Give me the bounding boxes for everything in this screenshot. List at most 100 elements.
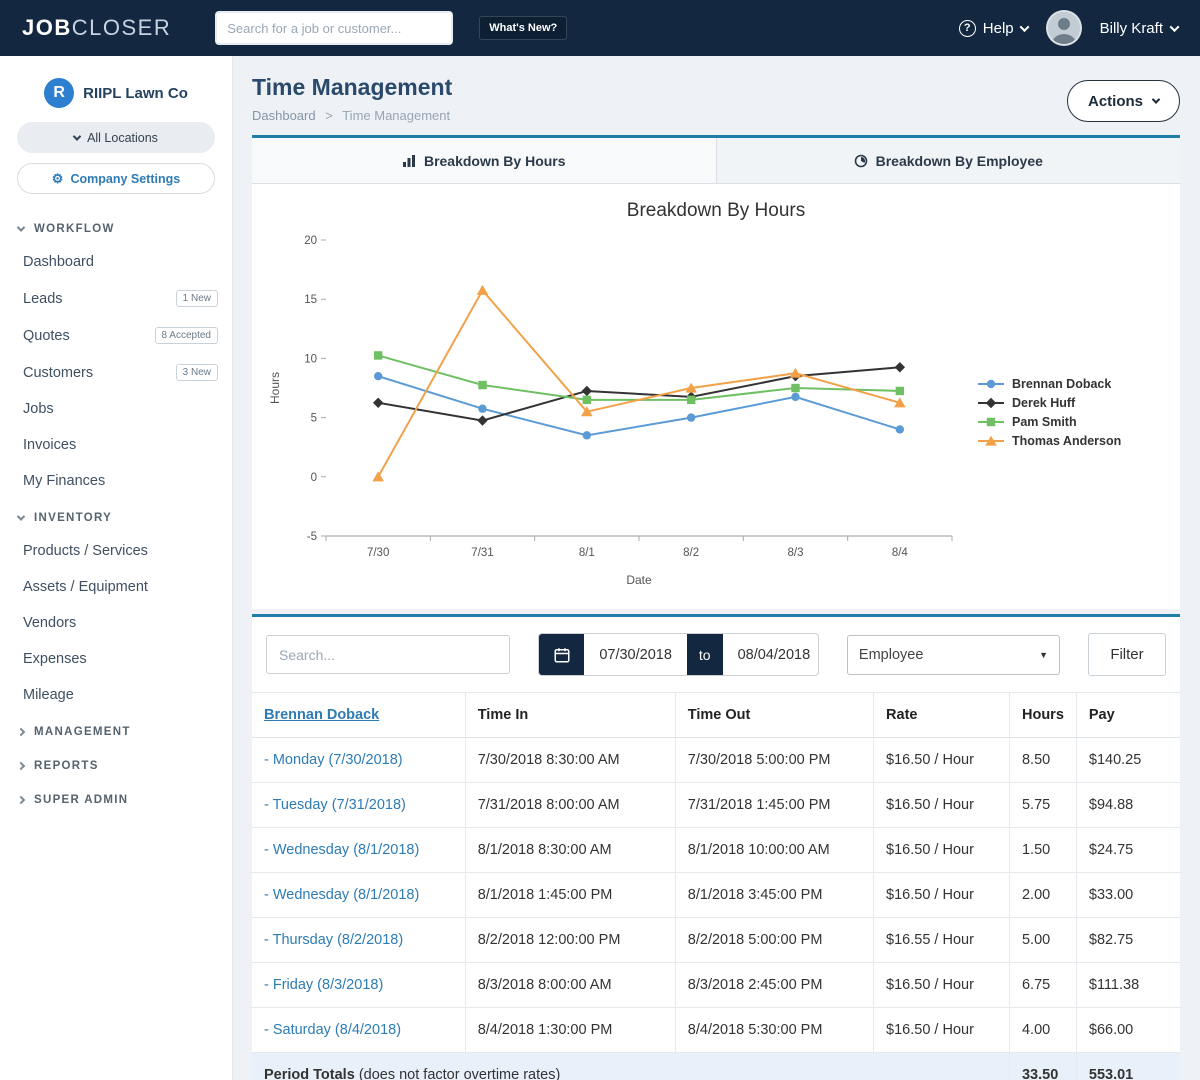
avatar[interactable]: [1046, 10, 1082, 46]
table-row: - Monday (7/30/2018) 7/30/2018 8:30:00 AM…: [252, 738, 1180, 783]
select-caret-icon: ▼: [1039, 650, 1048, 660]
whats-new-button[interactable]: What's New?: [479, 16, 567, 40]
chart-svg: -5051015207/307/318/18/28/38/4HoursDate: [266, 226, 966, 594]
actions-button[interactable]: Actions: [1067, 80, 1180, 122]
section-header-super-admin[interactable]: SUPER ADMIN: [0, 781, 232, 815]
hours-cell: 1.50: [1009, 828, 1076, 873]
filter-button[interactable]: Filter: [1088, 633, 1166, 676]
global-search-input[interactable]: [215, 11, 453, 45]
page-title: Time Management: [252, 74, 452, 101]
select-value: Employee: [859, 647, 923, 663]
col-header-pay: Pay: [1076, 693, 1180, 738]
chevron-down-icon: [17, 223, 25, 231]
sidebar-item-invoices[interactable]: Invoices: [0, 427, 232, 463]
sidebar-item-leads[interactable]: Leads1 New: [0, 280, 232, 317]
legend-item-derek-huff[interactable]: Derek Huff: [976, 396, 1121, 410]
legend-marker-circle-icon: [976, 377, 1006, 391]
day-cell: - Tuesday (7/31/2018): [252, 783, 465, 828]
day-link[interactable]: - Wednesday (8/1/2018): [264, 887, 419, 903]
day-link[interactable]: - Monday (7/30/2018): [264, 752, 403, 768]
sidebar-item-label: Customers: [23, 365, 176, 381]
chevron-down-icon: [73, 132, 81, 140]
chevron-down-icon: [17, 512, 25, 520]
chart-title: Breakdown By Hours: [252, 184, 1180, 224]
day-cell: - Wednesday (8/1/2018): [252, 828, 465, 873]
app-logo[interactable]: JOBCLOSER: [22, 15, 171, 41]
time-in-cell: 8/1/2018 8:30:00 AM: [465, 828, 675, 873]
time-in-cell: 8/2/2018 12:00:00 PM: [465, 918, 675, 963]
company-header[interactable]: R RIIPL Lawn Co: [0, 72, 232, 122]
group-by-select[interactable]: Employee ▼: [847, 635, 1060, 675]
user-menu[interactable]: Billy Kraft: [1100, 20, 1178, 37]
svg-text:7/31: 7/31: [471, 547, 493, 559]
sidebar-item-jobs[interactable]: Jobs: [0, 391, 232, 427]
svg-text:8/2: 8/2: [683, 547, 699, 559]
tab-breakdown-by-hours[interactable]: Breakdown By Hours: [252, 138, 716, 183]
date-to-value[interactable]: 08/04/2018: [723, 647, 819, 663]
table-row: - Thursday (8/2/2018) 8/2/2018 12:00:00 P…: [252, 918, 1180, 963]
company-settings-button[interactable]: ⚙ Company Settings: [17, 163, 215, 194]
tab-label: Breakdown By Employee: [876, 153, 1043, 169]
gear-icon: ⚙: [52, 171, 64, 187]
day-link[interactable]: - Tuesday (7/31/2018): [264, 797, 406, 813]
day-link[interactable]: - Friday (8/3/2018): [264, 977, 383, 993]
time-in-cell: 7/30/2018 8:30:00 AM: [465, 738, 675, 783]
tab-label: Breakdown By Hours: [424, 153, 566, 169]
all-locations-dropdown[interactable]: All Locations: [17, 122, 215, 153]
employee-link[interactable]: Brennan Doback: [264, 707, 379, 723]
sidebar-item-label: My Finances: [23, 473, 218, 489]
table-row: - Wednesday (8/1/2018) 8/1/2018 8:30:00 A…: [252, 828, 1180, 873]
sidebar-item-customers[interactable]: Customers3 New: [0, 354, 232, 391]
date-from-value[interactable]: 07/30/2018: [584, 647, 687, 663]
line-chart: -5051015207/307/318/18/28/38/4HoursDate: [266, 226, 966, 599]
sidebar-item-quotes[interactable]: Quotes8 Accepted: [0, 317, 232, 354]
section-header-workflow[interactable]: WORKFLOW: [0, 210, 232, 244]
settings-label: Company Settings: [70, 172, 180, 186]
col-header-time-out: Time Out: [675, 693, 873, 738]
day-cell: - Friday (8/3/2018): [252, 963, 465, 1008]
sidebar-item-products-services[interactable]: Products / Services: [0, 533, 232, 569]
time-out-cell: 8/2/2018 5:00:00 PM: [675, 918, 873, 963]
pay-cell: $140.25: [1076, 738, 1180, 783]
clock-icon: [854, 154, 868, 168]
section-header-management[interactable]: MANAGEMENT: [0, 713, 232, 747]
sidebar-item-my-finances[interactable]: My Finances: [0, 463, 232, 499]
filter-bar: 07/30/2018 to 08/04/2018 Employee ▼ Filt…: [252, 617, 1180, 693]
day-link[interactable]: - Wednesday (8/1/2018): [264, 842, 419, 858]
calendar-button[interactable]: [539, 633, 584, 676]
sidebar-item-vendors[interactable]: Vendors: [0, 605, 232, 641]
time-in-cell: 8/3/2018 8:00:00 AM: [465, 963, 675, 1008]
section-header-reports[interactable]: REPORTS: [0, 747, 232, 781]
col-header-time-in: Time In: [465, 693, 675, 738]
section-header-inventory[interactable]: INVENTORY: [0, 499, 232, 533]
chevron-down-icon: [1019, 22, 1029, 32]
totals-pay: 553.01: [1076, 1053, 1180, 1080]
sidebar-item-label: Expenses: [23, 651, 218, 667]
section-label: MANAGEMENT: [34, 726, 131, 738]
day-link[interactable]: - Thursday (8/2/2018): [264, 932, 403, 948]
help-menu[interactable]: ? Help: [959, 20, 1028, 37]
sidebar-item-expenses[interactable]: Expenses: [0, 641, 232, 677]
date-to-button[interactable]: to: [687, 633, 723, 676]
legend-item-brennan-doback[interactable]: Brennan Doback: [976, 377, 1121, 391]
breadcrumb-link-dashboard[interactable]: Dashboard: [252, 108, 316, 123]
svg-text:15: 15: [304, 294, 317, 306]
date-range-group: 07/30/2018 to 08/04/2018: [538, 633, 819, 676]
rate-cell: $16.50 / Hour: [874, 963, 1010, 1008]
section-label: REPORTS: [34, 760, 99, 772]
sidebar-item-assets-equipment[interactable]: Assets / Equipment: [0, 569, 232, 605]
legend-label: Pam Smith: [1012, 415, 1077, 429]
top-navbar: JOBCLOSER What's New? ? Help Billy Kraft: [0, 0, 1200, 56]
day-link[interactable]: - Saturday (8/4/2018): [264, 1022, 401, 1038]
sidebar-item-dashboard[interactable]: Dashboard: [0, 244, 232, 280]
sidebar-item-mileage[interactable]: Mileage: [0, 677, 232, 713]
tab-breakdown-by-employee[interactable]: Breakdown By Employee: [716, 138, 1181, 183]
table-body: - Monday (7/30/2018) 7/30/2018 8:30:00 AM…: [252, 738, 1180, 1053]
legend-item-pam-smith[interactable]: Pam Smith: [976, 415, 1121, 429]
hours-cell: 8.50: [1009, 738, 1076, 783]
breadcrumb: Dashboard > Time Management: [252, 108, 452, 123]
legend-item-thomas-anderson[interactable]: Thomas Anderson: [976, 434, 1121, 448]
table-search-input[interactable]: [266, 635, 510, 674]
svg-text:8/3: 8/3: [788, 547, 804, 559]
svg-text:Date: Date: [626, 573, 652, 587]
